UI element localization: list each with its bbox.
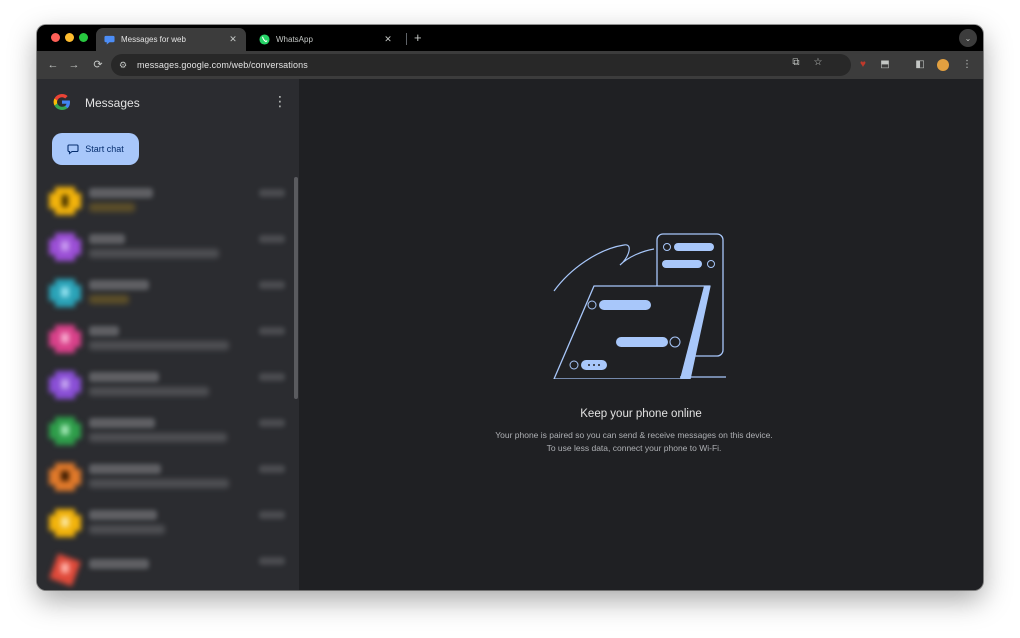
app-title: Messages (85, 96, 140, 110)
chat-bubble-icon (67, 143, 79, 155)
tab-whatsapp[interactable]: WhatsApp ✕ (251, 28, 401, 51)
tab-strip: Messages for web ✕ WhatsApp ✕ + ⌄ (37, 25, 983, 51)
contact-avatar (49, 185, 81, 217)
contact-name (89, 559, 149, 569)
tab-search-button[interactable]: ⌄ (959, 29, 977, 47)
contact-name (89, 234, 125, 244)
browser-toolbar: ← → ⟳ ⚙ messages.google.com/web/conversa… (37, 51, 983, 79)
forward-button[interactable]: → (66, 57, 82, 73)
google-logo-icon (53, 94, 70, 110)
contact-avatar (49, 461, 81, 493)
install-app-icon[interactable]: ⧉ (789, 57, 803, 68)
profile-avatar-icon[interactable] (935, 57, 951, 73)
message-time (259, 373, 285, 381)
whatsapp-icon (259, 34, 270, 45)
contact-name (89, 372, 159, 382)
conversation-item[interactable] (37, 547, 287, 590)
browser-menu-icon[interactable]: ⋮ (959, 57, 975, 73)
contact-avatar (49, 553, 81, 587)
close-tab-icon[interactable]: ✕ (383, 34, 393, 45)
back-button[interactable]: ← (45, 57, 61, 73)
conversation-pane: Keep your phone online Your phone is pai… (299, 79, 983, 590)
conversation-item[interactable] (37, 179, 287, 225)
close-window-button[interactable] (51, 33, 60, 42)
message-time (259, 189, 285, 197)
message-snippet (89, 433, 227, 442)
url-text: messages.google.com/web/conversations (137, 60, 308, 70)
contact-avatar (49, 415, 81, 447)
message-snippet (89, 203, 135, 212)
message-time (259, 419, 285, 427)
close-tab-icon[interactable]: ✕ (228, 34, 238, 45)
extensions-puzzle-icon[interactable]: ⬒ (877, 57, 893, 73)
site-info-icon[interactable]: ⚙ (119, 60, 133, 71)
contact-name (89, 188, 153, 198)
phone-online-illustration (553, 233, 726, 379)
browser-window: Messages for web ✕ WhatsApp ✕ + ⌄ ← → ⟳ … (37, 25, 983, 590)
message-time (259, 281, 285, 289)
conversation-item[interactable] (37, 455, 287, 501)
start-chat-button[interactable]: Start chat (52, 133, 139, 165)
conversation-item[interactable] (37, 363, 287, 409)
contact-name (89, 280, 149, 290)
contact-avatar (49, 369, 81, 401)
more-options-icon[interactable]: ⋮ (273, 92, 287, 110)
message-time (259, 557, 285, 565)
contact-avatar (49, 277, 81, 309)
message-time (259, 511, 285, 519)
contact-avatar (49, 507, 81, 539)
conversation-list (37, 179, 299, 590)
message-time (259, 327, 285, 335)
contact-name (89, 418, 155, 428)
message-time (259, 235, 285, 243)
new-tab-button[interactable]: + (414, 30, 422, 45)
messages-app: Messages ⋮ Start chat Keep your phone on… (37, 79, 983, 590)
minimize-window-button[interactable] (65, 33, 74, 42)
address-bar[interactable]: ⚙ messages.google.com/web/conversations … (111, 54, 851, 76)
tab-title: WhatsApp (276, 35, 313, 44)
tab-divider (406, 33, 407, 45)
google-messages-icon (104, 35, 115, 45)
conversation-item[interactable] (37, 409, 287, 455)
message-snippet (89, 249, 219, 258)
reload-button[interactable]: ⟳ (90, 57, 106, 73)
message-snippet (89, 387, 209, 396)
conversation-item[interactable] (37, 271, 287, 317)
sidebar-scrollbar[interactable] (294, 177, 298, 399)
bookmark-star-icon[interactable]: ☆ (811, 57, 825, 68)
sidebar: Messages ⋮ Start chat (37, 79, 299, 590)
message-time (259, 465, 285, 473)
empty-state-title: Keep your phone online (580, 408, 702, 420)
message-snippet (89, 479, 229, 488)
conversation-item[interactable] (37, 225, 287, 271)
contact-name (89, 326, 119, 336)
contact-avatar (49, 231, 81, 263)
message-snippet (89, 295, 129, 304)
conversation-item[interactable] (37, 317, 287, 363)
message-snippet (89, 525, 165, 534)
side-panel-icon[interactable]: ◧ (912, 57, 928, 73)
empty-state-description: Your phone is paired so you can send & r… (495, 430, 773, 453)
contact-name (89, 510, 157, 520)
contact-avatar (49, 323, 81, 355)
tab-title: Messages for web (121, 35, 186, 44)
maximize-window-button[interactable] (79, 33, 88, 42)
message-snippet (89, 341, 229, 350)
conversation-item[interactable] (37, 501, 287, 547)
contact-name (89, 464, 161, 474)
tab-messages-for-web[interactable]: Messages for web ✕ (96, 28, 246, 51)
extension-heart-icon[interactable]: ♥ (855, 57, 871, 73)
start-chat-label: Start chat (85, 144, 124, 154)
